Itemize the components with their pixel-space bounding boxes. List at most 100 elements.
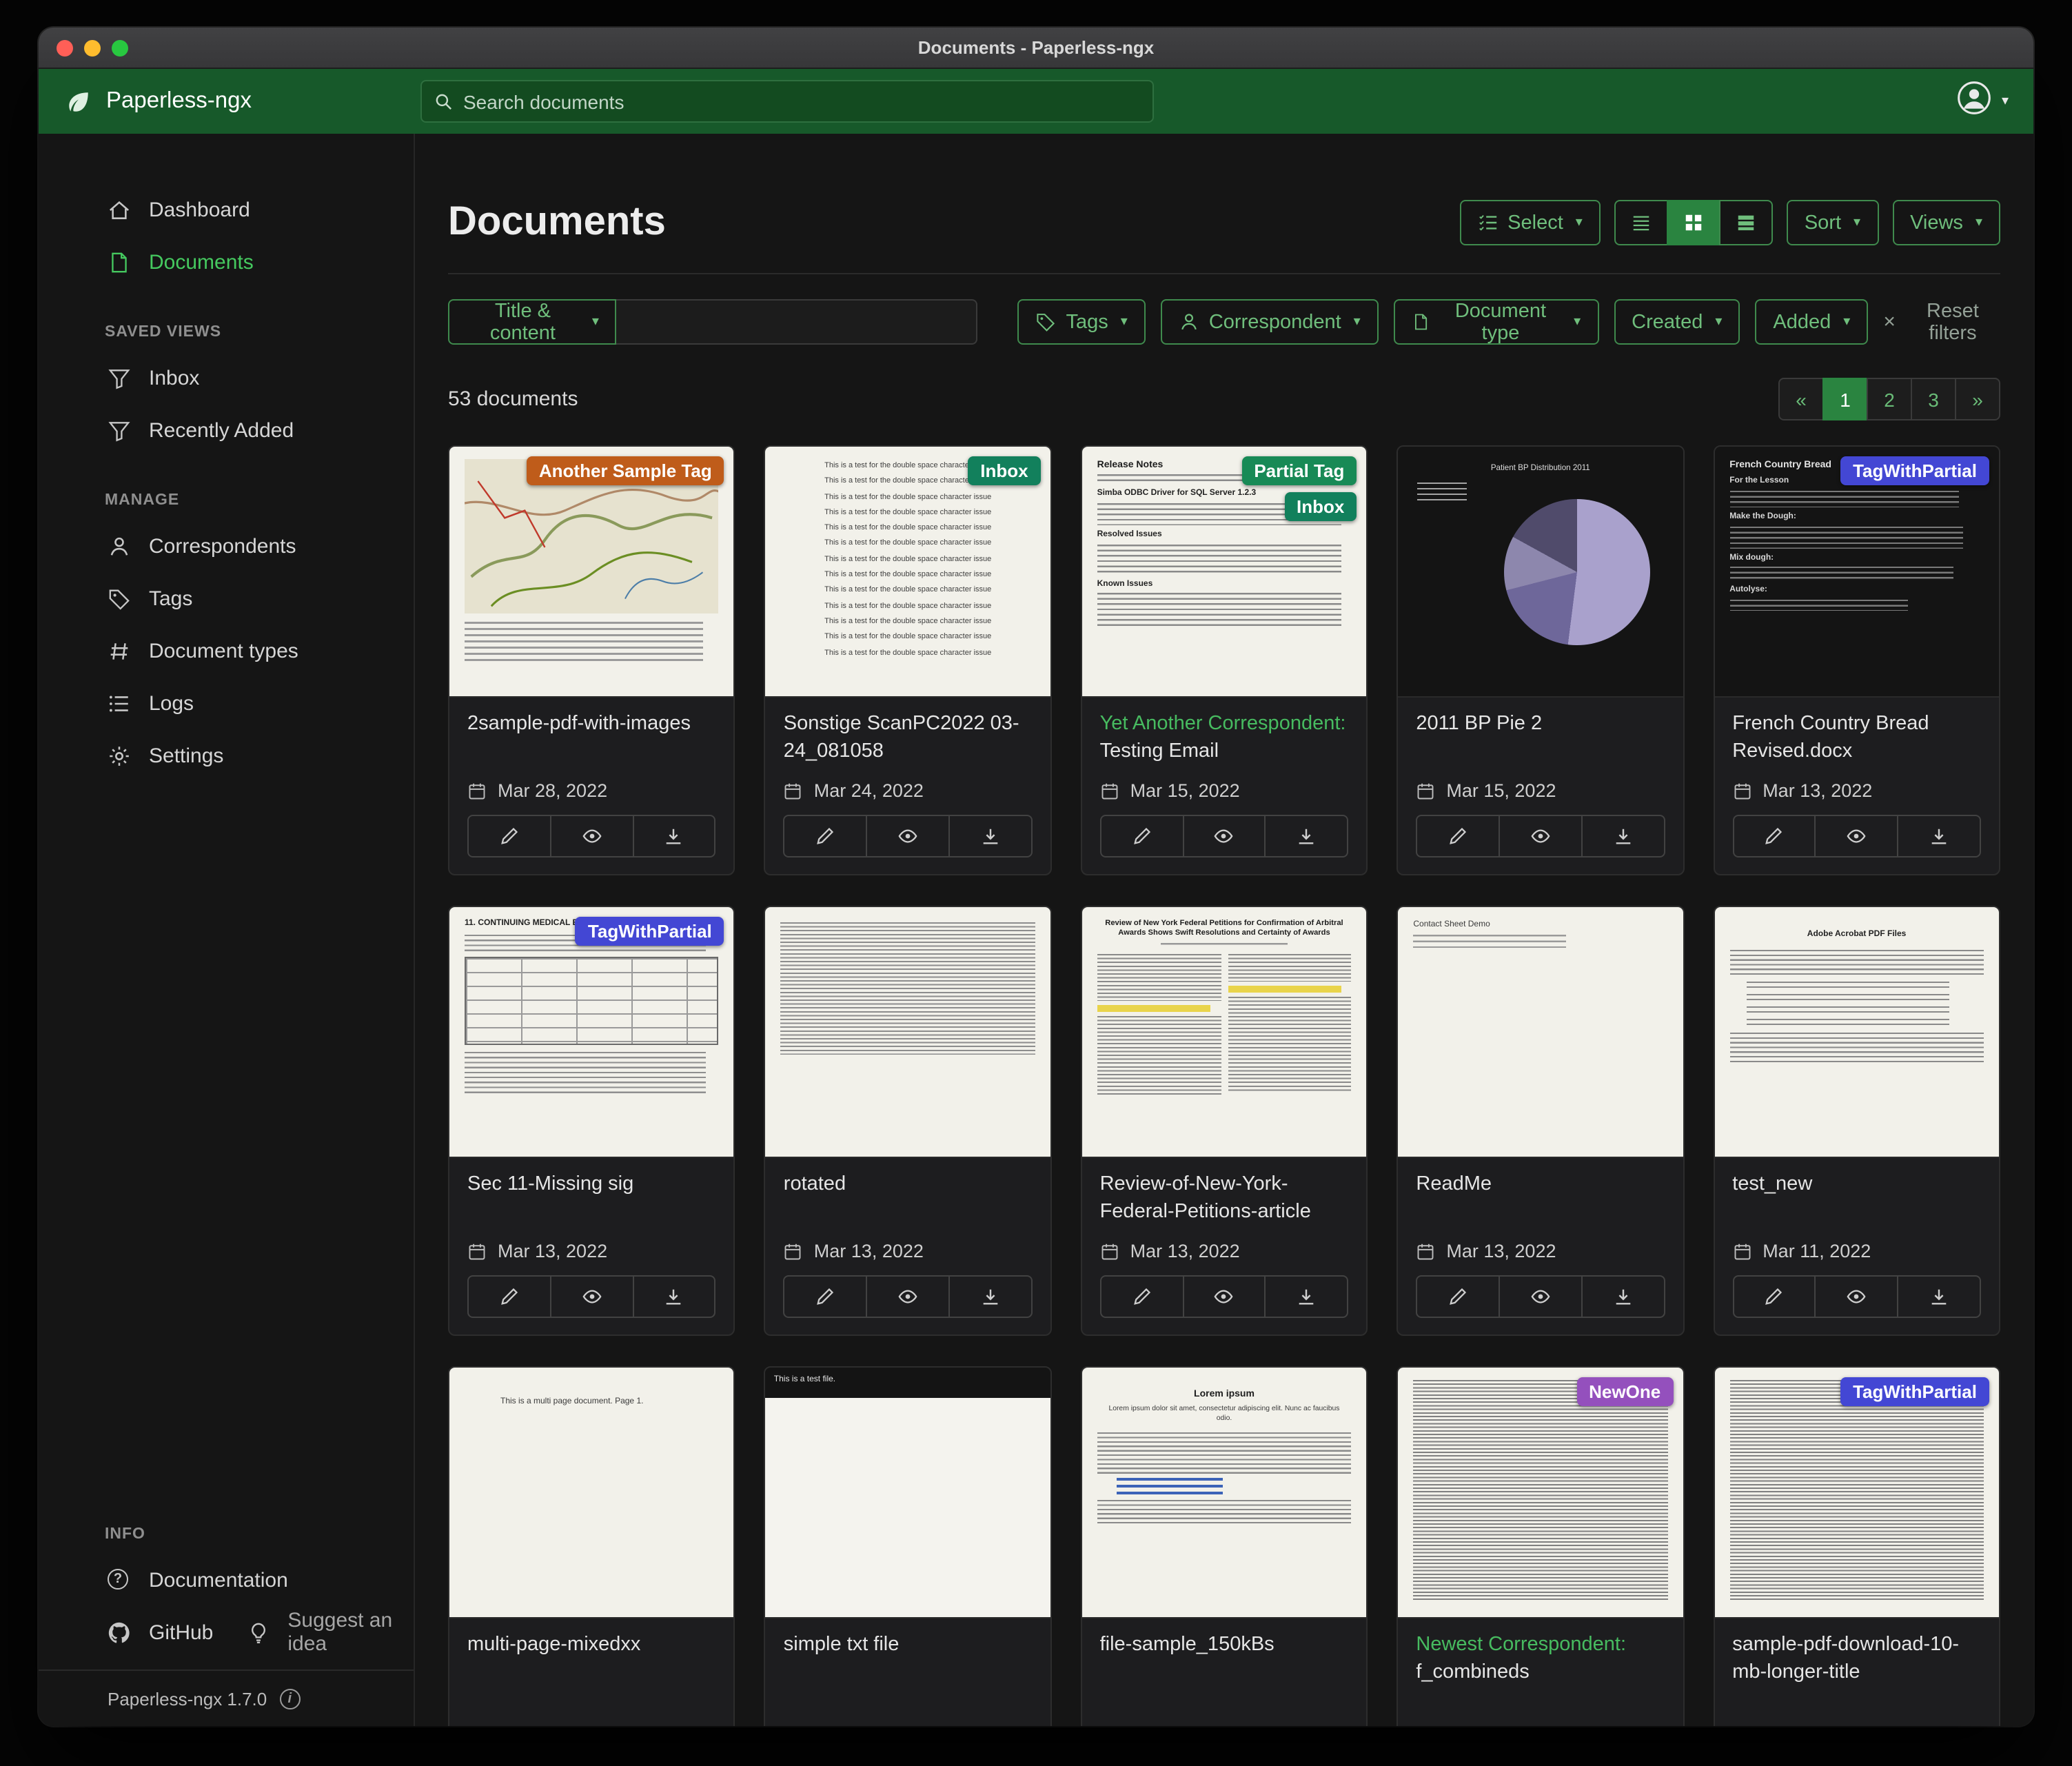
sidebar-item-correspondents[interactable]: Correspondents (39, 520, 414, 572)
sidebar-item-logs[interactable]: Logs (39, 677, 414, 729)
tag-badge[interactable]: Another Sample Tag (527, 456, 724, 485)
edit-button[interactable] (1100, 815, 1184, 857)
sidebar-item-documents[interactable]: Documents (39, 236, 414, 288)
document-thumbnail[interactable]: This is a multi page document. Page 1. (449, 1368, 734, 1618)
document-thumbnail[interactable]: Adobe Acrobat PDF Files (1714, 907, 1999, 1158)
brand[interactable]: Paperless-ngx (63, 86, 420, 116)
edit-button[interactable] (784, 815, 868, 857)
view-button[interactable] (550, 815, 634, 857)
document-card[interactable]: Patient BP Distribution 2011 2011 BP Pie … (1396, 445, 1684, 875)
list-view-button[interactable] (1614, 200, 1668, 245)
document-title[interactable]: 2011 BP Pie 2 (1416, 711, 1665, 738)
download-button[interactable] (948, 1275, 1033, 1318)
download-button[interactable] (632, 1275, 716, 1318)
download-button[interactable] (1265, 1275, 1349, 1318)
filter-text-input[interactable] (617, 299, 978, 345)
edit-button[interactable] (1732, 1275, 1816, 1318)
document-card[interactable]: This is a test file. simple txt file (764, 1366, 1052, 1726)
document-card[interactable]: Another Sample Tag 2sample-pdf-with-image… (448, 445, 735, 875)
document-card[interactable]: rotatedMar 13, 2022 (764, 906, 1052, 1336)
document-thumbnail[interactable]: Patient BP Distribution 2011 (1398, 447, 1683, 698)
view-button[interactable] (866, 1275, 950, 1318)
document-card[interactable]: French Country BreadFor the LessonMake t… (1713, 445, 2000, 875)
document-title[interactable]: ReadMe (1416, 1172, 1665, 1199)
created-filter-button[interactable]: Created ▾ (1614, 299, 1740, 345)
document-card[interactable]: Lorem ipsumLorem ipsum dolor sit amet, c… (1081, 1366, 1368, 1726)
download-button[interactable] (1581, 1275, 1665, 1318)
tags-filter-button[interactable]: Tags ▾ (1017, 299, 1145, 345)
document-card[interactable]: 11. CONTINUING MEDICAL EDUCATagWithParti… (448, 906, 735, 1336)
info-circle-icon[interactable]: i (279, 1689, 300, 1709)
document-title[interactable]: sample-pdf-download-10-mb-longer-title (1732, 1632, 1981, 1686)
edit-button[interactable] (467, 815, 551, 857)
document-thumbnail[interactable]: Review of New York Federal Petitions for… (1082, 907, 1367, 1158)
document-title[interactable]: 2sample-pdf-with-images (467, 711, 716, 738)
tag-badge[interactable]: Inbox (1284, 492, 1357, 521)
document-thumbnail[interactable]: Release NotesSimba ODBC Driver for SQL S… (1082, 447, 1367, 698)
document-title[interactable]: Review-of-New-York-Federal-Petitions-art… (1100, 1172, 1349, 1226)
added-filter-button[interactable]: Added ▾ (1755, 299, 1868, 345)
search-input[interactable] (463, 90, 1140, 112)
tag-badge[interactable]: Partial Tag (1241, 456, 1357, 485)
correspondent-filter-button[interactable]: Correspondent ▾ (1161, 299, 1379, 345)
pagination-next-button[interactable]: » (1955, 378, 2000, 420)
document-title[interactable]: Sec 11-Missing sig (467, 1172, 716, 1199)
pagination-page-2[interactable]: 2 (1867, 378, 1912, 420)
edit-button[interactable] (1732, 815, 1816, 857)
document-thumbnail[interactable]: This is a test for the double space char… (766, 447, 1050, 698)
document-card[interactable]: Release NotesSimba ODBC Driver for SQL S… (1081, 445, 1368, 875)
document-thumbnail[interactable]: Lorem ipsumLorem ipsum dolor sit amet, c… (1082, 1368, 1367, 1618)
document-title[interactable]: French Country Bread Revised.docx (1732, 711, 1981, 765)
document-title[interactable]: Newest Correspondent: f_combineds (1416, 1632, 1665, 1686)
download-button[interactable] (1897, 815, 1981, 857)
view-button[interactable] (1499, 1275, 1583, 1318)
pagination-page-1[interactable]: 1 (1822, 378, 1868, 420)
view-button[interactable] (1182, 815, 1266, 857)
document-thumbnail[interactable]: TagWithPartial (1714, 1368, 1999, 1618)
view-button[interactable] (1815, 815, 1899, 857)
sidebar-item-github[interactable]: GitHub (39, 1606, 213, 1658)
document-thumbnail[interactable]: French Country BreadFor the LessonMake t… (1714, 447, 1999, 698)
pagination-prev-button[interactable]: « (1778, 378, 1824, 420)
download-button[interactable] (948, 815, 1033, 857)
grid-view-button[interactable] (1667, 200, 1720, 245)
title-content-filter-button[interactable]: Title & content ▾ (448, 299, 617, 345)
detail-view-button[interactable] (1719, 200, 1773, 245)
document-title[interactable]: rotated (784, 1172, 1033, 1199)
document-title[interactable]: simple txt file (784, 1632, 1033, 1659)
sidebar-item-document-types[interactable]: Document types (39, 625, 414, 677)
edit-button[interactable] (1416, 1275, 1500, 1318)
select-button[interactable]: Select ▾ (1459, 200, 1601, 245)
document-thumbnail[interactable]: This is a test file. (766, 1368, 1050, 1618)
document-card[interactable]: Contact Sheet DemoReadMeMar 13, 2022 (1396, 906, 1684, 1336)
views-button[interactable]: Views ▾ (1892, 200, 2000, 245)
edit-button[interactable] (784, 1275, 868, 1318)
document-card[interactable]: TagWithPartial sample-pdf-download-10-mb-… (1713, 1366, 2000, 1726)
document-thumbnail[interactable]: Another Sample Tag (449, 447, 734, 698)
document-card[interactable]: Adobe Acrobat PDF Filestest_newMar 11, 2… (1713, 906, 2000, 1336)
correspondent-link[interactable]: Yet Another Correspondent: (1100, 713, 1346, 735)
reset-filters-button[interactable]: × Reset filters (1883, 300, 2000, 344)
view-button[interactable] (1815, 1275, 1899, 1318)
sidebar-item-suggest-idea[interactable]: Suggest an idea (213, 1606, 414, 1658)
tag-badge[interactable]: TagWithPartial (1840, 1377, 1989, 1406)
document-title[interactable]: file-sample_150kBs (1100, 1632, 1349, 1659)
document-title[interactable]: Yet Another Correspondent: Testing Email (1100, 711, 1349, 765)
correspondent-link[interactable]: Newest Correspondent: (1416, 1634, 1626, 1656)
sidebar-item-documentation[interactable]: ? Documentation (39, 1554, 414, 1606)
view-button[interactable] (550, 1275, 634, 1318)
document-thumbnail[interactable]: Contact Sheet Demo (1398, 907, 1683, 1158)
document-title[interactable]: Sonstige ScanPC2022 03-24_081058 (784, 711, 1033, 765)
sort-button[interactable]: Sort ▾ (1787, 200, 1878, 245)
sidebar-item-dashboard[interactable]: Dashboard (39, 183, 414, 236)
document-card[interactable]: This is a test for the double space char… (764, 445, 1052, 875)
user-menu[interactable]: ▾ (1956, 80, 2009, 123)
view-button[interactable] (866, 815, 950, 857)
global-search[interactable] (420, 80, 1154, 123)
document-card[interactable]: NewOne Newest Correspondent: f_combineds (1396, 1366, 1684, 1726)
sidebar-item-settings[interactable]: Settings (39, 729, 414, 782)
zoom-window-button[interactable] (112, 39, 128, 56)
document-thumbnail[interactable]: NewOne (1398, 1368, 1683, 1618)
tag-badge[interactable]: TagWithPartial (1840, 456, 1989, 485)
tag-badge[interactable]: Inbox (968, 456, 1040, 485)
